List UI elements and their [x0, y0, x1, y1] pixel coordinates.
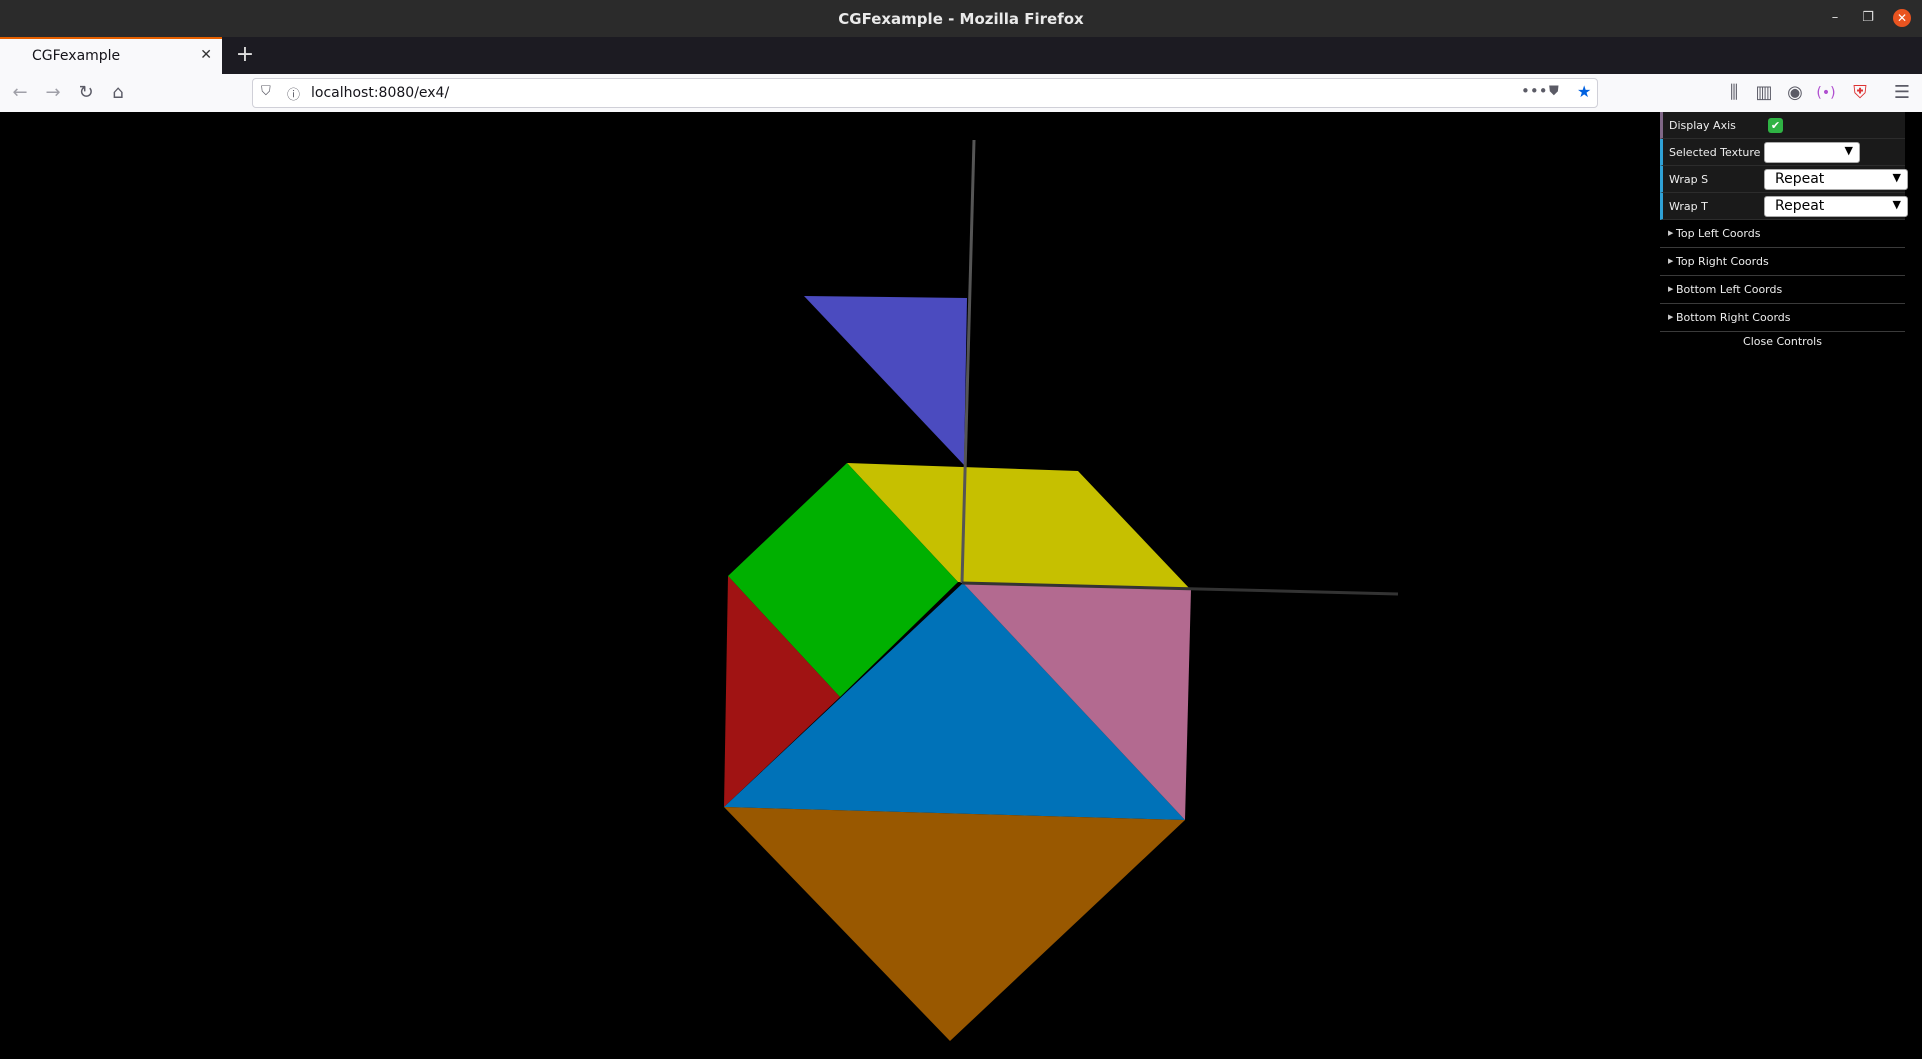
library-icon[interactable]: ⫼ — [1722, 81, 1746, 105]
folder-label: Bottom Right Coords — [1676, 311, 1791, 324]
window-titlebar: CGFexample - Mozilla Firefox – ❐ ✕ — [0, 0, 1922, 38]
wrap-s-label: Wrap S — [1669, 173, 1709, 186]
display-axis-label: Display Axis — [1669, 119, 1736, 132]
display-axis-checkbox[interactable]: ✔ — [1768, 118, 1783, 133]
caret-right-icon: ▶ — [1668, 313, 1674, 321]
tab-strip: CGFexample ✕ + — [0, 37, 1922, 74]
selected-texture-row: Selected Texture ▼ — [1660, 139, 1905, 166]
new-tab-icon[interactable]: + — [232, 42, 258, 68]
selected-texture-label: Selected Texture — [1669, 146, 1761, 159]
close-window-icon[interactable]: ✕ — [1893, 9, 1911, 27]
display-axis-row: Display Axis ✔ — [1660, 112, 1905, 139]
address-bar[interactable]: ⛉ ⓘ localhost:8080/ex4/ ••• ⛊ ★ — [252, 78, 1598, 108]
pocket-icon[interactable]: ⛊ — [1549, 84, 1559, 99]
close-controls-button[interactable]: Close Controls — [1660, 332, 1905, 354]
reload-icon[interactable]: ↻ — [74, 81, 98, 105]
home-icon[interactable]: ⌂ — [106, 81, 130, 105]
restore-icon[interactable]: ❐ — [1859, 9, 1877, 27]
chevron-down-icon: ▼ — [1844, 144, 1853, 157]
wrap-t-row: Wrap T Repeat ▼ — [1660, 193, 1908, 220]
webgl-canvas[interactable] — [0, 112, 1922, 1055]
info-icon[interactable]: ⓘ — [287, 84, 300, 103]
minimize-icon[interactable]: – — [1826, 9, 1844, 27]
caret-right-icon: ▶ — [1668, 257, 1674, 265]
folder-label: Bottom Left Coords — [1676, 283, 1783, 296]
back-icon[interactable]: ← — [8, 81, 32, 105]
folder-bottom-right-coords[interactable]: ▶ Bottom Right Coords — [1660, 304, 1905, 332]
wrap-t-label: Wrap T — [1669, 200, 1708, 213]
account-icon[interactable]: ◉ — [1783, 81, 1807, 105]
forward-icon[interactable]: → — [41, 81, 65, 105]
wrap-s-row: Wrap S Repeat ▼ — [1660, 166, 1908, 193]
extension-icon[interactable]: (•) — [1814, 81, 1838, 105]
caret-right-icon: ▶ — [1668, 229, 1674, 237]
folder-top-left-coords[interactable]: ▶ Top Left Coords — [1660, 220, 1905, 248]
caret-right-icon: ▶ — [1668, 285, 1674, 293]
folder-top-right-coords[interactable]: ▶ Top Right Coords — [1660, 248, 1905, 276]
controls-panel: Display Axis ✔ Selected Texture ▼ Wrap S… — [1660, 112, 1908, 354]
orange-triangle — [724, 807, 1185, 1041]
wrap-t-select[interactable]: Repeat ▼ — [1764, 196, 1908, 217]
url-text[interactable]: localhost:8080/ex4/ — [311, 85, 449, 101]
tab-cgfexample[interactable]: CGFexample ✕ — [0, 37, 222, 74]
folder-label: Top Left Coords — [1676, 227, 1761, 240]
more-actions-icon[interactable]: ••• — [1521, 82, 1548, 100]
folder-bottom-left-coords[interactable]: ▶ Bottom Left Coords — [1660, 276, 1905, 304]
tab-title: CGFexample — [32, 48, 121, 64]
chevron-down-icon: ▼ — [1892, 171, 1901, 184]
ublock-icon[interactable]: ⛨ — [1848, 81, 1872, 105]
folder-label: Top Right Coords — [1676, 255, 1769, 268]
close-tab-icon[interactable]: ✕ — [200, 47, 212, 63]
selected-texture-select[interactable]: ▼ — [1764, 142, 1860, 163]
chevron-down-icon: ▼ — [1892, 198, 1901, 211]
shield-icon[interactable]: ⛉ — [261, 84, 271, 99]
sidebar-icon[interactable]: ▥ — [1752, 81, 1776, 105]
wrap-s-select[interactable]: Repeat ▼ — [1764, 169, 1908, 190]
tangram-scene — [724, 139, 1399, 1041]
bookmark-star-icon[interactable]: ★ — [1577, 82, 1591, 101]
wrap-t-value: Repeat — [1775, 198, 1825, 214]
menu-icon[interactable]: ☰ — [1890, 81, 1914, 105]
navigation-toolbar: ← → ↻ ⌂ ⛉ ⓘ localhost:8080/ex4/ ••• ⛊ ★ … — [0, 74, 1922, 113]
window-title: CGFexample - Mozilla Firefox — [838, 10, 1084, 28]
purple-triangle — [804, 296, 967, 465]
wrap-s-value: Repeat — [1775, 171, 1825, 187]
